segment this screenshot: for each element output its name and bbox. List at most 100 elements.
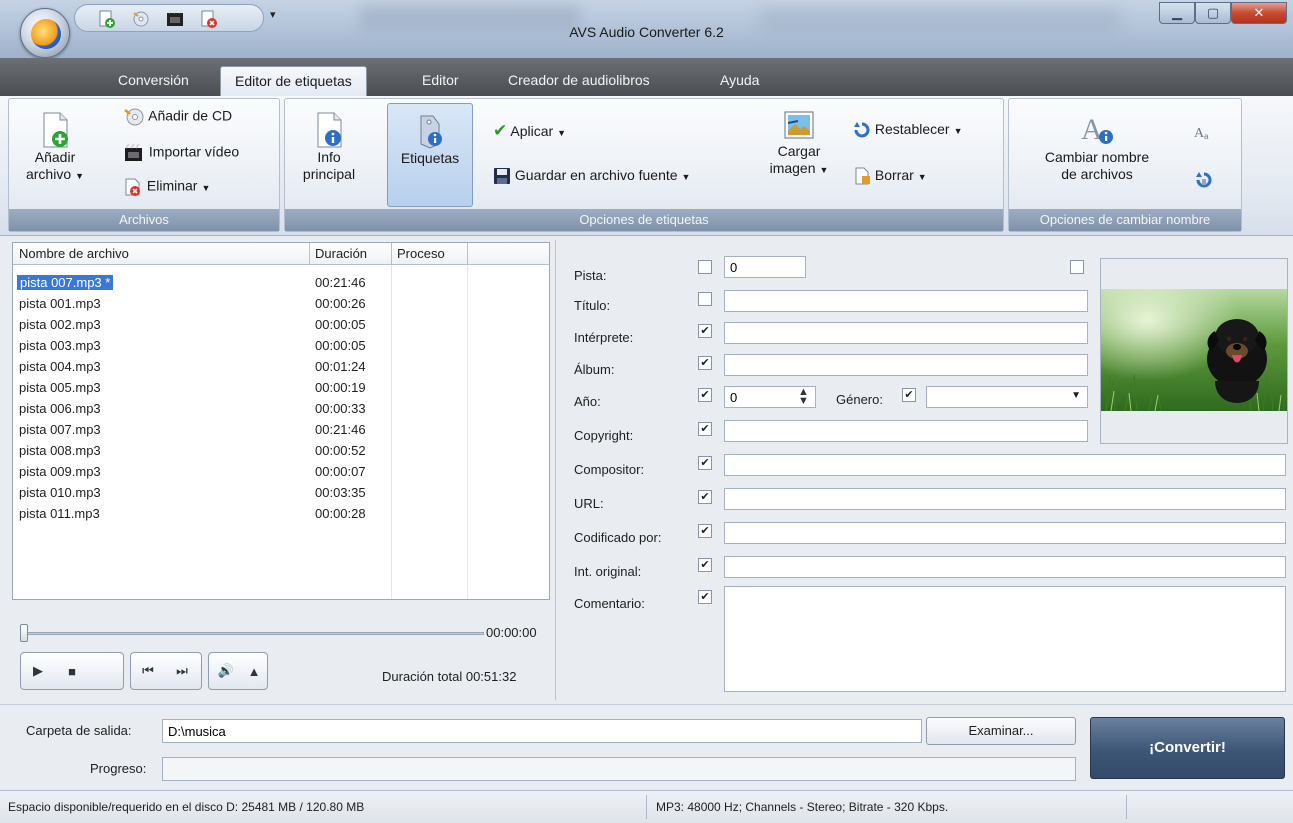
- album-art-frame[interactable]: [1100, 258, 1288, 444]
- maximize-button[interactable]: ▢: [1195, 2, 1231, 24]
- remove-icon: [125, 178, 140, 196]
- volume-menu-button[interactable]: ▲: [243, 653, 265, 689]
- tags-button[interactable]: Etiquetas: [387, 103, 473, 207]
- title-checkbox[interactable]: [698, 292, 712, 306]
- reset-button[interactable]: Restablecer ▼: [853, 121, 963, 139]
- file-panel: Nombre de archivo Duración Proceso pista…: [8, 240, 556, 700]
- stop-icon: ■: [68, 663, 76, 679]
- art-checkbox[interactable]: [1070, 260, 1084, 274]
- file-row[interactable]: pista 005.mp3 00:00:19: [13, 378, 549, 399]
- column-filename[interactable]: Nombre de archivo: [19, 246, 129, 261]
- url-input[interactable]: [724, 488, 1286, 510]
- copyright-checkbox[interactable]: ✔: [698, 422, 712, 436]
- tag-editor-panel: Pista: Título: Intérprete: ✔ Álbum: ✔ Añ…: [560, 240, 1290, 700]
- composer-checkbox[interactable]: ✔: [698, 456, 712, 470]
- album-checkbox[interactable]: ✔: [698, 356, 712, 370]
- file-row[interactable]: pista 002.mp3 00:00:05: [13, 315, 549, 336]
- file-name: pista 009.mp3: [19, 464, 101, 479]
- add-file-button[interactable]: Añadir archivo ▼: [15, 111, 95, 185]
- menu-bar: Conversión Editor de etiquetas Editor Cr…: [0, 58, 1293, 96]
- file-name: pista 008.mp3: [19, 443, 101, 458]
- album-input[interactable]: [724, 354, 1088, 376]
- file-list[interactable]: Nombre de archivo Duración Proceso pista…: [12, 242, 550, 600]
- minimize-button[interactable]: ▁: [1159, 2, 1195, 24]
- file-duration: 00:21:46: [315, 422, 366, 437]
- url-checkbox[interactable]: ✔: [698, 490, 712, 504]
- title-bar: ▾ AVS Audio Converter 6.2 ▁ ▢ ✕: [0, 0, 1293, 58]
- rename-files-button[interactable]: A Cambiar nombre de archivos: [1027, 111, 1167, 183]
- import-video-button[interactable]: Importar vídeo: [123, 143, 239, 163]
- artist-checkbox[interactable]: ✔: [698, 324, 712, 338]
- comment-checkbox[interactable]: ✔: [698, 590, 712, 604]
- save-source-button[interactable]: Guardar en archivo fuente ▼: [493, 167, 690, 185]
- tab-help[interactable]: Ayuda: [706, 66, 773, 96]
- rename-reset-button[interactable]: [1195, 171, 1213, 189]
- file-row[interactable]: pista 010.mp3 00:03:35: [13, 483, 549, 504]
- progress-bar: [162, 757, 1076, 781]
- column-process[interactable]: Proceso: [397, 246, 445, 261]
- copyright-input[interactable]: [724, 420, 1088, 442]
- file-row[interactable]: pista 006.mp3 00:00:33: [13, 399, 549, 420]
- original-artist-checkbox[interactable]: ✔: [698, 558, 712, 572]
- file-row[interactable]: pista 007.mp3 00:21:46: [13, 420, 549, 441]
- file-row[interactable]: pista 009.mp3 00:00:07: [13, 462, 549, 483]
- title-input[interactable]: [724, 290, 1088, 312]
- column-duration[interactable]: Duración: [315, 246, 367, 261]
- file-duration: 00:00:05: [315, 338, 366, 353]
- main-info-button[interactable]: Info principal: [291, 111, 367, 183]
- seek-slider[interactable]: [20, 624, 484, 642]
- delete-button[interactable]: Borrar ▼: [853, 167, 927, 185]
- close-button[interactable]: ✕: [1231, 2, 1287, 24]
- file-row[interactable]: pista 001.mp3 00:00:26: [13, 294, 549, 315]
- file-row[interactable]: pista 003.mp3 00:00:05: [13, 336, 549, 357]
- genre-select[interactable]: ▼: [926, 386, 1088, 408]
- file-row[interactable]: pista 008.mp3 00:00:52: [13, 441, 549, 462]
- volume-button[interactable]: 🔊: [209, 653, 243, 689]
- stop-button[interactable]: ■: [55, 653, 89, 689]
- file-duration: 00:00:52: [315, 443, 366, 458]
- load-image-label-2: imagen: [769, 160, 816, 176]
- composer-input[interactable]: [724, 454, 1286, 476]
- tab-tag-editor[interactable]: Editor de etiquetas: [220, 66, 367, 96]
- convert-button[interactable]: ¡Convertir!: [1090, 717, 1285, 779]
- comment-textarea[interactable]: [724, 586, 1286, 692]
- remove-button[interactable]: Eliminar ▼: [123, 177, 210, 197]
- year-label: Año:: [574, 394, 601, 409]
- file-row[interactable]: pista 004.mp3 00:01:24: [13, 357, 549, 378]
- year-checkbox[interactable]: ✔: [698, 388, 712, 402]
- apply-label: Aplicar: [510, 123, 554, 139]
- artist-input[interactable]: [724, 322, 1088, 344]
- original-artist-input[interactable]: [724, 556, 1286, 578]
- play-button[interactable]: ▶: [21, 653, 55, 689]
- apply-button[interactable]: ✔ Aplicar ▼: [493, 121, 566, 141]
- rename-options-button[interactable]: Aa: [1193, 123, 1215, 141]
- original-artist-label: Int. original:: [574, 564, 642, 579]
- seek-thumb[interactable]: [20, 624, 28, 642]
- seek-track[interactable]: [24, 632, 484, 635]
- file-name: pista 001.mp3: [19, 296, 101, 311]
- output-folder-input[interactable]: [162, 719, 922, 743]
- year-spinner[interactable]: ▲ ▼: [798, 387, 809, 407]
- previous-button[interactable]: ⏮: [131, 653, 165, 689]
- encoded-by-input[interactable]: [724, 522, 1286, 544]
- svg-text:A: A: [1081, 113, 1103, 146]
- tab-editor[interactable]: Editor: [408, 66, 473, 96]
- browse-button[interactable]: Examinar...: [926, 717, 1076, 745]
- file-duration: 00:00:33: [315, 401, 366, 416]
- tab-audiobook-creator[interactable]: Creador de audiolibros: [494, 66, 664, 96]
- total-duration-label: Duración total: [382, 669, 463, 684]
- track-input[interactable]: [724, 256, 806, 278]
- genre-checkbox[interactable]: ✔: [902, 388, 916, 402]
- file-name: pista 002.mp3: [19, 317, 101, 332]
- load-image-button[interactable]: Cargar imagen ▼: [763, 109, 835, 179]
- group-files: Añadir archivo ▼ Añadir de CD Importar ví…: [8, 98, 280, 232]
- next-button[interactable]: ⏭: [165, 653, 199, 689]
- file-row[interactable]: pista 007.mp3 * 00:21:46: [13, 273, 549, 294]
- track-checkbox[interactable]: [698, 260, 712, 274]
- file-row[interactable]: pista 011.mp3 00:00:28: [13, 504, 549, 525]
- add-cd-button[interactable]: Añadir de CD: [123, 107, 232, 127]
- delete-doc-icon: [855, 167, 870, 185]
- tab-conversion[interactable]: Conversión: [104, 66, 203, 96]
- qat-customize-icon[interactable]: ▾: [270, 8, 276, 21]
- encoded-by-checkbox[interactable]: ✔: [698, 524, 712, 538]
